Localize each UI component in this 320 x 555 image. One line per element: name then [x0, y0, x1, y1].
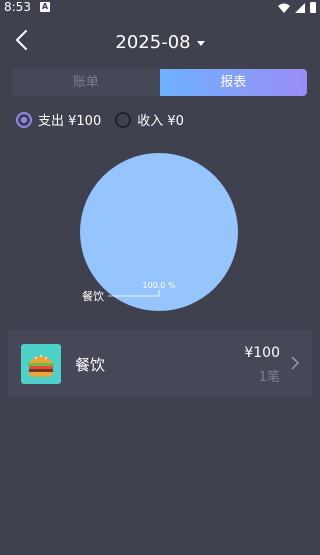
- month-label: 2025-08: [115, 31, 191, 53]
- status-time: 8:53: [4, 0, 31, 14]
- expense-radio[interactable]: 支出 ¥100: [16, 110, 101, 129]
- chevron-right-icon: [291, 356, 300, 370]
- tab-ledger[interactable]: 账单: [12, 69, 160, 96]
- category-name: 餐饮: [75, 356, 106, 374]
- pie-chart-svg: 100.0 % 餐饮: [80, 153, 238, 311]
- caret-down-icon: [196, 40, 205, 46]
- signal-icon: [295, 2, 305, 13]
- pie-chart: 100.0 % 餐饮: [0, 140, 320, 325]
- wifi-icon: [278, 3, 290, 13]
- status-bar: 8:53 A: [0, 0, 320, 16]
- battery-icon: [310, 2, 316, 13]
- radio-selected-icon: [16, 111, 32, 128]
- expense-label: 支出 ¥100: [38, 114, 102, 129]
- burger-icon: [21, 344, 61, 384]
- pie-slice-label: 餐饮: [82, 289, 104, 303]
- status-indicators: [278, 2, 316, 13]
- radio-unselected-icon: [115, 111, 132, 128]
- notification-icon: A: [40, 2, 50, 12]
- income-label: 收入 ¥0: [137, 114, 184, 129]
- view-tabs: 账单 报表: [12, 69, 307, 96]
- income-radio[interactable]: 收入 ¥0: [115, 110, 184, 129]
- category-row[interactable]: 餐饮 ¥100 1笔: [8, 330, 312, 397]
- tab-report[interactable]: 报表: [159, 69, 307, 96]
- type-filter: 支出 ¥100 收入 ¥0: [16, 110, 184, 129]
- category-amount: ¥100: [244, 345, 280, 361]
- category-count: 1笔: [258, 370, 280, 385]
- pie-percent-label: 100.0 %: [142, 281, 175, 290]
- month-selector[interactable]: 2025-08: [0, 30, 320, 54]
